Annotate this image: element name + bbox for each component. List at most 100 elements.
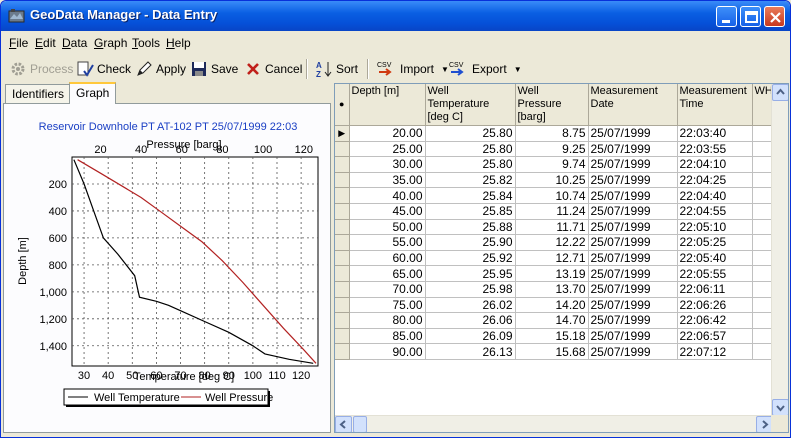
table-cell[interactable]: 15.68 (515, 343, 589, 360)
table-cell[interactable]: 14.20 (515, 297, 589, 314)
vertical-scrollbar[interactable] (771, 84, 788, 416)
table-cell[interactable]: 25/07/1999 (588, 234, 678, 251)
menu-data[interactable]: Data (62, 36, 87, 50)
table-cell[interactable]: 30.00 (349, 156, 426, 173)
table-cell[interactable]: 80.00 (349, 312, 426, 329)
table-cell[interactable]: 22:05:25 (677, 234, 753, 251)
row-indicator[interactable] (335, 172, 350, 189)
table-cell[interactable]: 9.25 (515, 141, 589, 158)
scroll-left-button[interactable] (335, 416, 352, 432)
table-row[interactable]: 90.00 26.13 15.68 25/07/1999 22:07:12 (335, 343, 783, 360)
table-row[interactable]: 30.00 25.80 9.74 25/07/1999 22:04:10 (335, 156, 783, 173)
close-button[interactable] (764, 6, 785, 27)
table-cell[interactable]: 25.88 (425, 219, 516, 236)
apply-button[interactable]: Apply (135, 59, 186, 79)
table-row[interactable]: 50.00 25.88 11.71 25/07/1999 22:05:10 (335, 219, 783, 236)
menu-file[interactable]: File (9, 36, 28, 50)
table-cell[interactable]: 50.00 (349, 219, 426, 236)
row-indicator[interactable] (335, 203, 350, 220)
row-indicator[interactable] (335, 156, 350, 173)
row-indicator[interactable] (335, 281, 350, 298)
table-row[interactable]: 60.00 25.92 12.71 25/07/1999 22:05:40 (335, 250, 783, 267)
table-cell[interactable]: 90.00 (349, 343, 426, 360)
row-indicator[interactable] (335, 343, 350, 360)
table-cell[interactable]: 25/07/1999 (588, 281, 678, 298)
table-cell[interactable]: 22:04:40 (677, 187, 753, 204)
table-cell[interactable]: 10.25 (515, 172, 589, 189)
table-cell[interactable]: 25/07/1999 (588, 156, 678, 173)
title-bar[interactable]: GeoData Manager - Data Entry (1, 1, 790, 31)
horizontal-scrollbar[interactable] (335, 415, 773, 432)
table-cell[interactable]: 15.18 (515, 328, 589, 345)
table-cell[interactable]: 25/07/1999 (588, 172, 678, 189)
table-cell[interactable]: 70.00 (349, 281, 426, 298)
table-cell[interactable]: 25/07/1999 (588, 297, 678, 314)
table-cell[interactable]: 25/07/1999 (588, 203, 678, 220)
column-header[interactable]: Well Temperature [deg C] (425, 84, 516, 126)
export-dropdown-icon[interactable]: ▼ (514, 65, 522, 74)
table-cell[interactable]: 85.00 (349, 328, 426, 345)
table-cell[interactable]: 25/07/1999 (588, 125, 678, 142)
menu-tools[interactable]: Tools (132, 36, 160, 50)
column-header[interactable]: Measurement Time (677, 84, 753, 126)
row-indicator[interactable] (335, 234, 350, 251)
table-cell[interactable]: 22:04:55 (677, 203, 753, 220)
save-button[interactable]: Save (190, 59, 238, 79)
import-button[interactable]: CSV Import ▼ (377, 59, 449, 79)
row-indicator[interactable] (335, 141, 350, 158)
table-cell[interactable]: 20.00 (349, 125, 426, 142)
scroll-up-button[interactable] (772, 84, 788, 101)
table-row[interactable]: 80.00 26.06 14.70 25/07/1999 22:06:42 (335, 312, 783, 329)
table-cell[interactable]: 22:06:11 (677, 281, 753, 298)
column-header[interactable]: Depth [m] (349, 84, 426, 126)
table-cell[interactable]: 22:05:10 (677, 219, 753, 236)
table-row[interactable]: 70.00 25.98 13.70 25/07/1999 22:06:11 (335, 281, 783, 298)
table-cell[interactable]: 22:07:12 (677, 343, 753, 360)
maximize-button[interactable] (740, 6, 761, 27)
minimize-button[interactable] (716, 6, 737, 27)
row-indicator[interactable]: ▶ (335, 125, 350, 142)
table-cell[interactable]: 40.00 (349, 187, 426, 204)
table-cell[interactable]: 22:05:55 (677, 265, 753, 282)
table-cell[interactable]: 11.24 (515, 203, 589, 220)
check-button[interactable]: Check (76, 59, 131, 79)
table-cell[interactable]: 25.84 (425, 187, 516, 204)
table-row[interactable]: 45.00 25.85 11.24 25/07/1999 22:04:55 (335, 203, 783, 220)
table-cell[interactable]: 14.70 (515, 312, 589, 329)
table-cell[interactable]: 65.00 (349, 265, 426, 282)
table-row[interactable]: 75.00 26.02 14.20 25/07/1999 22:06:26 (335, 297, 783, 314)
import-dropdown-icon[interactable]: ▼ (441, 65, 449, 74)
table-cell[interactable]: 25.92 (425, 250, 516, 267)
table-row[interactable]: ▶ 20.00 25.80 8.75 25/07/1999 22:03:40 (335, 125, 783, 142)
table-cell[interactable]: 12.71 (515, 250, 589, 267)
table-cell[interactable]: 25.95 (425, 265, 516, 282)
table-row[interactable]: 35.00 25.82 10.25 25/07/1999 22:04:25 (335, 172, 783, 189)
table-cell[interactable]: 25/07/1999 (588, 141, 678, 158)
table-cell[interactable]: 26.06 (425, 312, 516, 329)
table-cell[interactable]: 25.80 (425, 156, 516, 173)
tab-graph[interactable]: Graph (69, 82, 117, 104)
cancel-button[interactable]: Cancel (244, 59, 302, 79)
row-indicator[interactable] (335, 250, 350, 267)
table-cell[interactable]: 8.75 (515, 125, 589, 142)
table-row[interactable]: 40.00 25.84 10.74 25/07/1999 22:04:40 (335, 187, 783, 204)
table-cell[interactable]: 12.22 (515, 234, 589, 251)
table-cell[interactable]: 25/07/1999 (588, 343, 678, 360)
table-row[interactable]: 55.00 25.90 12.22 25/07/1999 22:05:25 (335, 234, 783, 251)
row-indicator[interactable] (335, 297, 350, 314)
table-cell[interactable]: 25.00 (349, 141, 426, 158)
table-cell[interactable]: 25/07/1999 (588, 219, 678, 236)
tab-identifiers[interactable]: Identifiers (5, 84, 72, 103)
column-header[interactable]: Measurement Date (588, 84, 678, 126)
process-button[interactable]: Process (9, 59, 73, 79)
table-cell[interactable]: 22:06:42 (677, 312, 753, 329)
row-indicator[interactable] (335, 312, 350, 329)
table-cell[interactable]: 45.00 (349, 203, 426, 220)
table-cell[interactable]: 26.02 (425, 297, 516, 314)
table-cell[interactable]: 13.19 (515, 265, 589, 282)
column-header[interactable]: Well Pressure [barg] (515, 84, 589, 126)
table-cell[interactable]: 25.82 (425, 172, 516, 189)
menu-edit[interactable]: Edit (35, 36, 56, 50)
table-cell[interactable]: 25/07/1999 (588, 250, 678, 267)
table-cell[interactable]: 22:05:40 (677, 250, 753, 267)
